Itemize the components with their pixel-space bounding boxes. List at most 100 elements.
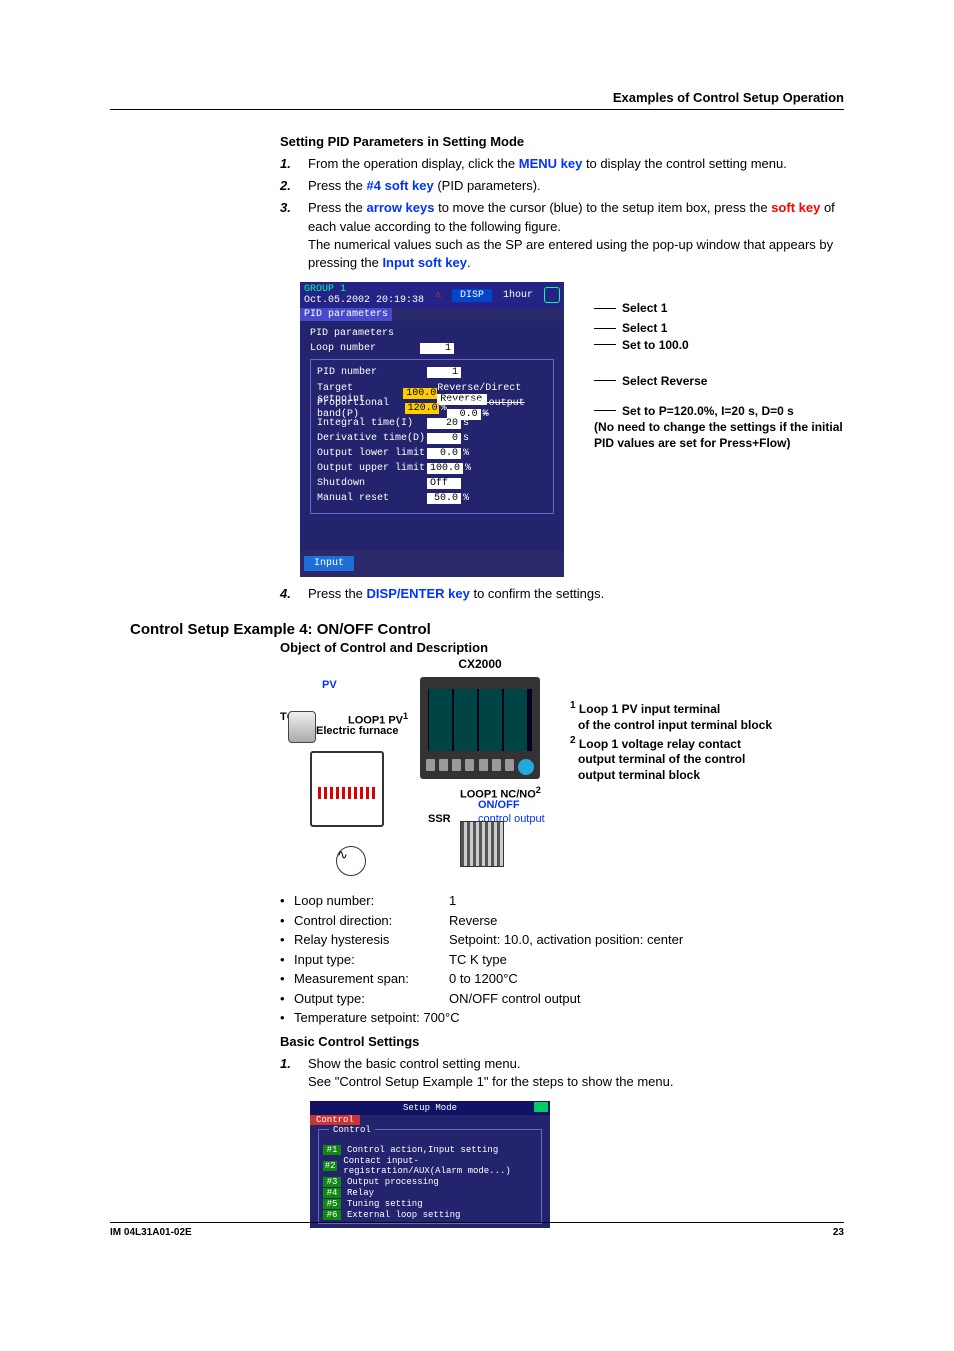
spec-5: Measurement span:0 to 1200°C — [280, 969, 844, 989]
pid-heading: Setting PID Parameters in Setting Mode — [280, 134, 844, 149]
page: Examples of Control Setup Operation Sett… — [0, 0, 954, 1268]
pid-callouts: Select 1 Select 1 Set to 100.0 Select Re… — [594, 282, 844, 577]
control-frame-label: Control — [329, 1125, 375, 1135]
sd-input[interactable]: Off — [427, 478, 461, 489]
section-pid-params: Setting PID Parameters in Setting Mode 1… — [280, 134, 844, 272]
example4-heading: Control Setup Example 4: ON/OFF Control — [130, 621, 844, 638]
basic-step-1: 1. Show the basic control setting menu. … — [280, 1055, 844, 1091]
soft-key: soft key — [771, 200, 820, 215]
sine-icon: ∿ — [336, 846, 366, 876]
ssr-label: SSR — [428, 813, 451, 825]
cx2000-label: CX2000 — [420, 657, 540, 671]
pid-step-2: 2. Press the #4 soft key (PID parameters… — [280, 177, 844, 195]
pid-steps: 1. From the operation display, click the… — [280, 155, 844, 272]
input-soft-key: Input soft key — [382, 255, 467, 270]
time-range: 1hour — [503, 290, 533, 301]
menu-row-4[interactable]: #4Relay — [323, 1188, 537, 1198]
legend-2b: output terminal of the control — [578, 752, 772, 768]
tsp-input[interactable]: 100.0 — [403, 388, 437, 399]
pb-input[interactable]: 120.0 — [405, 403, 439, 414]
menu-row-2[interactable]: #2Contact input-registration/AUX(Alarm m… — [323, 1156, 537, 1176]
pb-label: Proportional band(P) — [317, 398, 405, 420]
spec-4: Input type:TC K type — [280, 950, 844, 970]
oll-label: Output lower limit — [317, 448, 427, 459]
preset-label: Preset output — [447, 398, 525, 409]
pid-screenshot: GROUP 1 Oct.05.2002 20:19:38 ⚠ DISP 1hou… — [300, 282, 844, 577]
spec-list: Loop number:1 Control direction:Reverse … — [280, 891, 844, 1028]
menu-row-6[interactable]: #6External loop setting — [323, 1210, 537, 1220]
callout-4: Select Reverse — [622, 373, 707, 389]
setup-mode-screenshot: Setup Mode Control Control #1Control act… — [310, 1101, 550, 1228]
oul-input[interactable]: 100.0 — [427, 463, 463, 474]
pid-number-label: PID number — [317, 367, 427, 378]
menu-row-1[interactable]: #1Control action,Input setting — [323, 1145, 537, 1155]
footer-doc-id: IM 04L31A01-02E — [110, 1227, 192, 1238]
control-frame: Control #1Control action,Input setting #… — [318, 1129, 542, 1224]
menu-key: MENU key — [519, 156, 583, 171]
spec-2: Control direction:Reverse — [280, 911, 844, 931]
oul-label: Output upper limit — [317, 463, 427, 474]
pid-screen: GROUP 1 Oct.05.2002 20:19:38 ⚠ DISP 1hou… — [300, 282, 564, 577]
footer-page-number: 23 — [833, 1227, 844, 1238]
callout-3: Set to 100.0 — [622, 337, 689, 353]
header-title: Examples of Control Setup Operation — [613, 90, 844, 105]
loop-number-input[interactable]: 1 — [420, 343, 454, 354]
pid-step-1: 1. From the operation display, click the… — [280, 155, 844, 173]
disp-enter-key: DISP/ENTER key — [367, 586, 470, 601]
page-header: Examples of Control Setup Operation — [110, 90, 844, 110]
dt-input[interactable]: 0 — [427, 433, 461, 444]
arrow-keys: arrow keys — [367, 200, 435, 215]
diagram-legend: 1 Loop 1 PV input terminal of the contro… — [570, 671, 772, 881]
setup-mode-titlebar: Setup Mode — [310, 1101, 550, 1115]
callout-5a: Set to P=120.0%, I=20 s, D=0 s — [622, 403, 794, 419]
ssr-icon — [460, 821, 504, 867]
cx2000-device-icon — [420, 677, 540, 779]
furnace-icon — [310, 751, 384, 827]
control-diagram: CX2000 PV TC LOOP1 PV1 Electric furnace … — [280, 657, 844, 881]
oll-input[interactable]: 0.0 — [427, 448, 461, 459]
loop-number-label: Loop number — [310, 343, 420, 354]
disp-button[interactable]: DISP — [452, 289, 492, 302]
mr-input[interactable]: 50.0 — [427, 493, 461, 504]
dt-label: Derivative time(D) — [317, 433, 427, 444]
example4-sub: Object of Control and Description — [280, 640, 844, 655]
pid-titlebar: GROUP 1 Oct.05.2002 20:19:38 ⚠ DISP 1hou… — [300, 282, 564, 308]
it-input[interactable]: 20 — [427, 418, 461, 429]
pid-body: PID parameters Loop number 1 PID number … — [300, 321, 564, 550]
flag-icon — [534, 1102, 548, 1112]
control-tab[interactable]: Control — [310, 1115, 360, 1125]
diagram-graphic: PV TC LOOP1 PV1 Electric furnace LOOP1 N… — [280, 671, 560, 881]
legend-1a: Loop 1 PV input terminal — [579, 702, 720, 716]
pv-label: PV — [322, 679, 337, 691]
softkey-4: #4 soft key — [367, 178, 434, 193]
spec-6: Output type:ON/OFF control output — [280, 989, 844, 1009]
spec-7: Temperature setpoint: 700°C — [280, 1008, 844, 1028]
onoff-label: ON/OFF — [478, 799, 520, 811]
pid-number-input[interactable]: 1 — [427, 367, 461, 378]
spec-1: Loop number:1 — [280, 891, 844, 911]
tc-icon — [288, 711, 316, 743]
legend-2a: Loop 1 voltage relay contact — [579, 737, 741, 751]
legend-1b: of the control input terminal block — [578, 718, 772, 734]
clock-icon — [544, 287, 560, 303]
furnace-label: Electric furnace — [316, 725, 399, 737]
alarm-icon: ⚠ — [435, 289, 441, 301]
callout-2: Select 1 — [622, 320, 667, 336]
legend-2c: output terminal block — [578, 768, 772, 784]
menu-row-5[interactable]: #5Tuning setting — [323, 1199, 537, 1209]
pid-tab[interactable]: PID parameters — [300, 308, 392, 321]
basic-control-section: Basic Control Settings 1. Show the basic… — [280, 1034, 844, 1091]
callout-5b: (No need to change the settings if the i… — [594, 420, 843, 450]
input-button[interactable]: Input — [304, 556, 354, 571]
pid-step-4-list: 4. Press the DISP/ENTER key to confirm t… — [280, 585, 844, 603]
pid-params-label: PID parameters — [310, 328, 420, 339]
callout-1: Select 1 — [622, 300, 667, 316]
pid-step-3: 3. Press the arrow keys to move the curs… — [280, 199, 844, 272]
pid-frame: PID number 1 Target setpoint 100.0 Rever… — [310, 359, 554, 514]
sd-label: Shutdown — [317, 478, 427, 489]
timestamp: Oct.05.2002 20:19:38 — [304, 295, 424, 306]
spec-3: Relay hysteresisSetpoint: 10.0, activati… — [280, 930, 844, 950]
pid-step-4: 4. Press the DISP/ENTER key to confirm t… — [280, 585, 844, 603]
menu-row-3[interactable]: #3Output processing — [323, 1177, 537, 1187]
page-footer: IM 04L31A01-02E 23 — [110, 1222, 844, 1238]
